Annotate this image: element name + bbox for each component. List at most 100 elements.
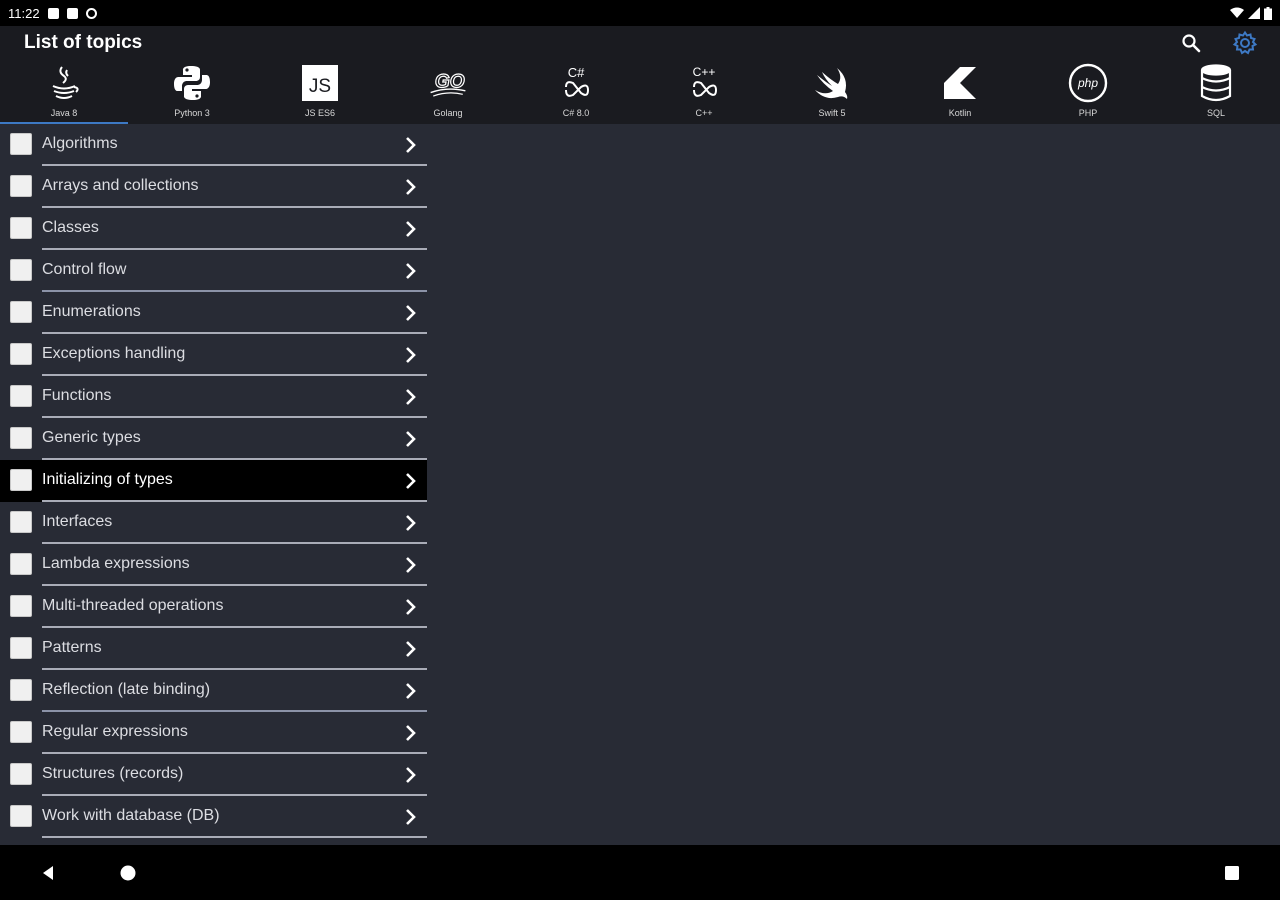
chevron-right-icon	[406, 641, 416, 657]
list-item[interactable]: Classes	[0, 208, 427, 250]
topic-label: Arrays and collections	[42, 177, 199, 194]
php-logo-text: php	[1077, 76, 1098, 90]
topic-count-badge	[10, 595, 32, 617]
chevron-right-icon	[406, 599, 416, 615]
tab-label: Python 3	[174, 108, 210, 118]
kotlin-icon	[940, 63, 980, 103]
tab-label: C++	[695, 108, 713, 118]
js-icon: JS	[300, 63, 340, 103]
list-item[interactable]: Reflection (late binding)	[0, 670, 427, 712]
chevron-right-icon	[406, 263, 416, 279]
list-item[interactable]: Enumerations	[0, 292, 427, 334]
list-item[interactable]: Arrays and collections	[0, 166, 427, 208]
topic-count-badge	[10, 553, 32, 575]
tab-label: Swift 5	[818, 108, 846, 118]
list-item[interactable]: Lambda expressions	[0, 544, 427, 586]
chevron-right-icon	[406, 809, 416, 825]
list-item[interactable]: Regular expressions	[0, 712, 427, 754]
settings-button[interactable]	[1232, 30, 1258, 56]
topic-label: Control flow	[42, 261, 127, 278]
topic-label: Exceptions handling	[42, 345, 186, 362]
tab-label: SQL	[1206, 108, 1225, 118]
sd-card-icon	[66, 7, 78, 19]
list-item[interactable]: Structures (records)	[0, 754, 427, 796]
topic-count-badge	[10, 217, 32, 239]
chevron-right-icon	[406, 725, 416, 741]
tab-label: Kotlin	[948, 108, 972, 118]
topic-count-badge	[10, 679, 32, 701]
topic-count-badge	[10, 721, 32, 743]
tab-sql[interactable]: SQL	[1152, 60, 1280, 124]
topic-label: Structures (records)	[42, 765, 184, 782]
list-item[interactable]: Functions	[0, 376, 427, 418]
tab-label: Java 8	[50, 108, 78, 118]
chevron-right-icon	[406, 347, 416, 363]
list-item[interactable]: Interfaces	[0, 502, 427, 544]
status-time: 11:22	[8, 5, 40, 21]
chevron-right-icon	[406, 137, 416, 153]
topic-list: Algorithms Arrays and collections Classe…	[0, 124, 427, 838]
recents-icon	[1225, 866, 1239, 880]
topic-label: Algorithms	[42, 135, 118, 152]
topic-label: Functions	[42, 387, 112, 404]
topic-label: Initializing of types	[42, 471, 173, 488]
tab-cplusplus[interactable]: C++ C++	[640, 60, 768, 124]
recents-button[interactable]	[1220, 861, 1244, 885]
java-icon	[44, 63, 84, 103]
chevron-right-icon	[406, 767, 416, 783]
sync-icon	[85, 7, 97, 19]
search-icon	[1182, 34, 1201, 53]
back-button[interactable]	[36, 861, 60, 885]
home-button[interactable]	[116, 861, 140, 885]
topic-label: Reflection (late binding)	[42, 681, 211, 698]
swift-icon	[812, 63, 852, 103]
topic-count-badge	[10, 511, 32, 533]
topic-count-badge	[10, 805, 32, 827]
tab-js[interactable]: JS JS ES6	[256, 60, 384, 124]
list-item[interactable]: Control flow	[0, 250, 427, 292]
golang-icon: GO	[428, 63, 468, 103]
tab-python[interactable]: Python 3	[128, 60, 256, 124]
csharp-logo-text: C#	[568, 65, 585, 80]
topic-count-badge	[10, 343, 32, 365]
tab-csharp[interactable]: C# C# 8.0	[512, 60, 640, 124]
topic-count-badge	[10, 133, 32, 155]
chevron-right-icon	[406, 305, 416, 321]
back-icon	[43, 866, 53, 880]
list-item[interactable]: Patterns	[0, 628, 427, 670]
signal-icon	[1248, 7, 1260, 19]
list-item[interactable]: Initializing of types	[0, 460, 427, 502]
php-icon: php	[1068, 63, 1108, 103]
system-nav-bar	[0, 845, 1280, 900]
tab-golang[interactable]: GO Golang	[384, 60, 512, 124]
topic-label: Work with database (DB)	[42, 807, 220, 824]
tab-kotlin[interactable]: Kotlin	[896, 60, 1024, 124]
list-item[interactable]: Exceptions handling	[0, 334, 427, 376]
topic-count-badge	[10, 175, 32, 197]
tab-php[interactable]: php PHP	[1024, 60, 1152, 124]
topic-count-badge	[10, 301, 32, 323]
list-item[interactable]: Multi-threaded operations	[0, 586, 427, 628]
topic-label: Regular expressions	[42, 723, 188, 740]
list-item[interactable]: Algorithms	[0, 124, 427, 166]
topic-count-badge	[10, 637, 32, 659]
tab-swift[interactable]: Swift 5	[768, 60, 896, 124]
topic-count-badge	[10, 259, 32, 281]
chevron-right-icon	[406, 515, 416, 531]
topic-label: Lambda expressions	[42, 555, 190, 572]
topic-count-badge	[10, 763, 32, 785]
battery-icon	[1264, 6, 1272, 20]
list-item[interactable]: Generic types	[0, 418, 427, 460]
topic-label: Patterns	[42, 639, 102, 656]
list-item[interactable]: Work with database (DB)	[0, 796, 427, 838]
tab-label: PHP	[1078, 108, 1098, 118]
topic-count-badge	[10, 469, 32, 491]
search-button[interactable]	[1178, 30, 1204, 56]
chevron-right-icon	[406, 179, 416, 195]
tab-label: JS ES6	[304, 108, 335, 118]
topic-label: Interfaces	[42, 513, 113, 530]
tab-java[interactable]: Java 8	[0, 60, 128, 124]
topic-count-badge	[10, 385, 32, 407]
page-title: List of topics	[24, 32, 143, 53]
topic-label: Generic types	[42, 429, 141, 446]
